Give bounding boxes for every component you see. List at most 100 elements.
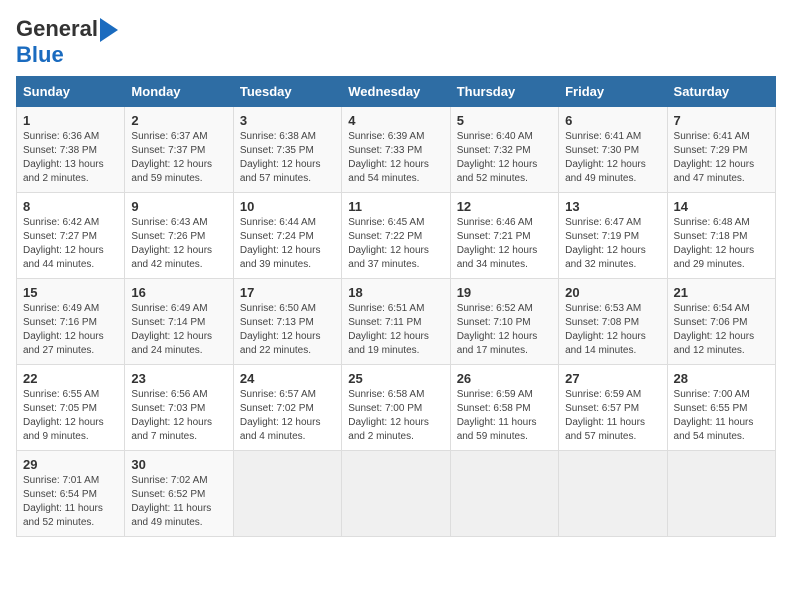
calendar-cell: 24Sunrise: 6:57 AMSunset: 7:02 PMDayligh… (233, 365, 341, 451)
calendar-cell: 27Sunrise: 6:59 AMSunset: 6:57 PMDayligh… (559, 365, 667, 451)
calendar-cell: 1Sunrise: 6:36 AMSunset: 7:38 PMDaylight… (17, 107, 125, 193)
sunset-text: Sunset: 7:26 PM (131, 230, 226, 244)
calendar-cell: 16Sunrise: 6:49 AMSunset: 7:14 PMDayligh… (125, 279, 233, 365)
sunset-text: Sunset: 7:16 PM (23, 316, 118, 330)
day-info: Sunrise: 6:50 AMSunset: 7:13 PMDaylight:… (240, 302, 335, 358)
week-row-5: 29Sunrise: 7:01 AMSunset: 6:54 PMDayligh… (17, 451, 776, 537)
sunset-text: Sunset: 7:33 PM (348, 144, 443, 158)
daylight-hours: Daylight: 12 hours (131, 330, 226, 344)
sunset-text: Sunset: 7:32 PM (457, 144, 552, 158)
daylight-hours: Daylight: 12 hours (565, 244, 660, 258)
daylight-minutes: and 54 minutes. (348, 172, 443, 186)
sunset-text: Sunset: 7:21 PM (457, 230, 552, 244)
sunset-text: Sunset: 6:55 PM (674, 402, 769, 416)
day-header-sunday: Sunday (17, 77, 125, 107)
sunset-text: Sunset: 7:27 PM (23, 230, 118, 244)
sunrise-text: Sunrise: 6:54 AM (674, 302, 769, 316)
daylight-hours: Daylight: 12 hours (457, 330, 552, 344)
daylight-minutes: and 57 minutes. (565, 430, 660, 444)
sunset-text: Sunset: 7:19 PM (565, 230, 660, 244)
daylight-minutes: and 32 minutes. (565, 258, 660, 272)
daylight-minutes: and 27 minutes. (23, 344, 118, 358)
daylight-hours: Daylight: 11 hours (23, 502, 118, 516)
day-info: Sunrise: 6:36 AMSunset: 7:38 PMDaylight:… (23, 130, 118, 186)
sunrise-text: Sunrise: 6:41 AM (565, 130, 660, 144)
sunrise-text: Sunrise: 6:56 AM (131, 388, 226, 402)
sunrise-text: Sunrise: 6:58 AM (348, 388, 443, 402)
sunrise-text: Sunrise: 6:37 AM (131, 130, 226, 144)
daylight-minutes: and 7 minutes. (131, 430, 226, 444)
daylight-minutes: and 49 minutes. (565, 172, 660, 186)
day-info: Sunrise: 6:59 AMSunset: 6:58 PMDaylight:… (457, 388, 552, 444)
sunrise-text: Sunrise: 6:48 AM (674, 216, 769, 230)
daylight-minutes: and 2 minutes. (23, 172, 118, 186)
day-number: 30 (131, 457, 226, 472)
sunrise-text: Sunrise: 6:42 AM (23, 216, 118, 230)
calendar-cell (667, 451, 775, 537)
day-info: Sunrise: 6:38 AMSunset: 7:35 PMDaylight:… (240, 130, 335, 186)
calendar-cell: 29Sunrise: 7:01 AMSunset: 6:54 PMDayligh… (17, 451, 125, 537)
day-number: 5 (457, 113, 552, 128)
sunrise-text: Sunrise: 6:47 AM (565, 216, 660, 230)
daylight-hours: Daylight: 12 hours (240, 330, 335, 344)
daylight-minutes: and 29 minutes. (674, 258, 769, 272)
day-info: Sunrise: 6:52 AMSunset: 7:10 PMDaylight:… (457, 302, 552, 358)
day-number: 15 (23, 285, 118, 300)
calendar-cell: 12Sunrise: 6:46 AMSunset: 7:21 PMDayligh… (450, 193, 558, 279)
sunrise-text: Sunrise: 6:49 AM (23, 302, 118, 316)
sunset-text: Sunset: 7:06 PM (674, 316, 769, 330)
sunrise-text: Sunrise: 7:02 AM (131, 474, 226, 488)
daylight-hours: Daylight: 12 hours (565, 158, 660, 172)
sunrise-text: Sunrise: 6:46 AM (457, 216, 552, 230)
sunrise-text: Sunrise: 7:00 AM (674, 388, 769, 402)
week-row-2: 8Sunrise: 6:42 AMSunset: 7:27 PMDaylight… (17, 193, 776, 279)
day-number: 22 (23, 371, 118, 386)
sunset-text: Sunset: 7:29 PM (674, 144, 769, 158)
sunset-text: Sunset: 7:38 PM (23, 144, 118, 158)
day-number: 19 (457, 285, 552, 300)
day-number: 29 (23, 457, 118, 472)
sunset-text: Sunset: 7:03 PM (131, 402, 226, 416)
day-info: Sunrise: 6:41 AMSunset: 7:29 PMDaylight:… (674, 130, 769, 186)
sunset-text: Sunset: 7:30 PM (565, 144, 660, 158)
daylight-minutes: and 42 minutes. (131, 258, 226, 272)
sunrise-text: Sunrise: 6:59 AM (565, 388, 660, 402)
daylight-minutes: and 12 minutes. (674, 344, 769, 358)
day-number: 28 (674, 371, 769, 386)
daylight-minutes: and 59 minutes. (131, 172, 226, 186)
daylight-hours: Daylight: 12 hours (457, 158, 552, 172)
week-row-4: 22Sunrise: 6:55 AMSunset: 7:05 PMDayligh… (17, 365, 776, 451)
calendar-cell: 10Sunrise: 6:44 AMSunset: 7:24 PMDayligh… (233, 193, 341, 279)
sunrise-text: Sunrise: 6:50 AM (240, 302, 335, 316)
daylight-minutes: and 57 minutes. (240, 172, 335, 186)
daylight-minutes: and 14 minutes. (565, 344, 660, 358)
calendar-cell (450, 451, 558, 537)
sunrise-text: Sunrise: 6:40 AM (457, 130, 552, 144)
calendar-cell: 8Sunrise: 6:42 AMSunset: 7:27 PMDaylight… (17, 193, 125, 279)
daylight-minutes: and 54 minutes. (674, 430, 769, 444)
daylight-hours: Daylight: 12 hours (240, 416, 335, 430)
calendar-cell: 5 Sunrise: 6:40 AMSunset: 7:32 PMDaylight… (450, 107, 558, 193)
daylight-minutes: and 17 minutes. (457, 344, 552, 358)
calendar-table: SundayMondayTuesdayWednesdayThursdayFrid… (16, 76, 776, 537)
daylight-minutes: and 4 minutes. (240, 430, 335, 444)
daylight-hours: Daylight: 13 hours (23, 158, 118, 172)
sunset-text: Sunset: 6:54 PM (23, 488, 118, 502)
calendar-cell: 7Sunrise: 6:41 AMSunset: 7:29 PMDaylight… (667, 107, 775, 193)
logo-text: General (16, 16, 118, 42)
day-number: 10 (240, 199, 335, 214)
day-info: Sunrise: 6:57 AMSunset: 7:02 PMDaylight:… (240, 388, 335, 444)
day-number: 13 (565, 199, 660, 214)
day-number: 14 (674, 199, 769, 214)
daylight-hours: Daylight: 11 hours (565, 416, 660, 430)
daylight-minutes: and 19 minutes. (348, 344, 443, 358)
calendar-cell: 21Sunrise: 6:54 AMSunset: 7:06 PMDayligh… (667, 279, 775, 365)
calendar-cell: 2Sunrise: 6:37 AMSunset: 7:37 PMDaylight… (125, 107, 233, 193)
logo: General Blue (16, 16, 118, 68)
calendar-cell: 4Sunrise: 6:39 AMSunset: 7:33 PMDaylight… (342, 107, 450, 193)
day-header-monday: Monday (125, 77, 233, 107)
daylight-hours: Daylight: 12 hours (23, 330, 118, 344)
calendar-cell: 19 Sunrise: 6:52 AMSunset: 7:10 PMDayligh… (450, 279, 558, 365)
sunset-text: Sunset: 7:14 PM (131, 316, 226, 330)
calendar-cell: 30Sunrise: 7:02 AMSunset: 6:52 PMDayligh… (125, 451, 233, 537)
